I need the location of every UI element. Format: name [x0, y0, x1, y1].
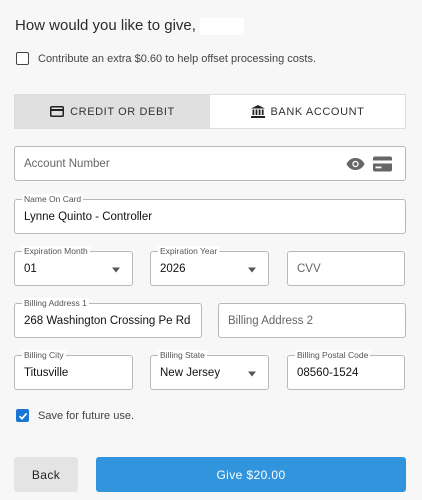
extra-contribution-label: Contribute an extra $0.60 to help offset… [38, 52, 317, 65]
tab-bank-account[interactable]: Bank Account [210, 95, 405, 128]
billing-state-value: New Jersey [160, 366, 221, 379]
save-future-checkbox[interactable] [16, 409, 29, 422]
chevron-down-icon [248, 371, 256, 376]
payment-method-tabs: Credit or Debit Bank Account [14, 94, 406, 129]
billing-address-1-field[interactable]: Billing Address 1 268 Washington Crossin… [14, 298, 202, 338]
credit-card-icon [50, 106, 65, 117]
billing-city-label: Billing City [22, 350, 66, 361]
name-on-card-field[interactable]: Name On Card Lynne Quinto - Controller [14, 194, 406, 234]
cvv-placeholder: CVV [297, 262, 321, 275]
billing-address-1-label: Billing Address 1 [22, 298, 89, 309]
billing-city-value: Titusville [24, 366, 69, 379]
save-future-row[interactable]: Save for future use. [16, 409, 134, 422]
chevron-down-icon [248, 267, 256, 272]
expiration-month-select[interactable]: Expiration Month 01 [14, 246, 133, 286]
name-on-card-value: Lynne Quinto - Controller [24, 210, 153, 223]
tab-credit-label: Credit or Debit [70, 105, 175, 118]
checkmark-icon [18, 412, 27, 420]
billing-postal-code-value: 08560-1524 [297, 366, 359, 379]
chevron-down-icon [112, 267, 120, 272]
billing-state-label: Billing State [158, 350, 207, 361]
expiration-year-value: 2026 [160, 262, 186, 275]
expiration-year-select[interactable]: Expiration Year 2026 [150, 246, 269, 286]
name-on-card-label: Name On Card [22, 194, 84, 205]
account-number-placeholder: Account Number [24, 157, 110, 170]
cvv-field[interactable]: CVV [287, 251, 405, 286]
billing-postal-code-label: Billing Postal Code [295, 350, 371, 361]
page-heading: How would you like to give, [15, 17, 244, 35]
tab-bank-label: Bank Account [270, 105, 365, 118]
account-number-field[interactable]: Account Number [14, 146, 406, 181]
save-future-label: Save for future use. [38, 409, 134, 422]
extra-contribution-row[interactable]: Contribute an extra $0.60 to help offset… [16, 52, 316, 65]
billing-state-select[interactable]: Billing State New Jersey [150, 350, 269, 390]
give-button[interactable]: Give $20.00 [96, 457, 406, 492]
card-icon [373, 156, 392, 171]
billing-address-1-value: 268 Washington Crossing Pe Rd [24, 314, 191, 327]
donor-name-redacted [199, 17, 244, 35]
billing-address-2-placeholder: Billing Address 2 [228, 314, 314, 327]
bank-icon [250, 105, 265, 118]
billing-postal-code-field[interactable]: Billing Postal Code 08560-1524 [287, 350, 405, 390]
expiration-month-label: Expiration Month [22, 246, 90, 257]
expiration-year-label: Expiration Year [158, 246, 220, 257]
billing-address-2-field[interactable]: Billing Address 2 [218, 303, 406, 338]
back-button[interactable]: Back [14, 457, 78, 492]
billing-city-field[interactable]: Billing City Titusville [14, 350, 133, 390]
tab-credit-or-debit[interactable]: Credit or Debit [15, 95, 210, 128]
heading-text: How would you like to give, [15, 17, 196, 34]
extra-contribution-checkbox[interactable] [16, 52, 29, 65]
expiration-month-value: 01 [24, 262, 37, 275]
eye-icon[interactable] [346, 157, 365, 170]
